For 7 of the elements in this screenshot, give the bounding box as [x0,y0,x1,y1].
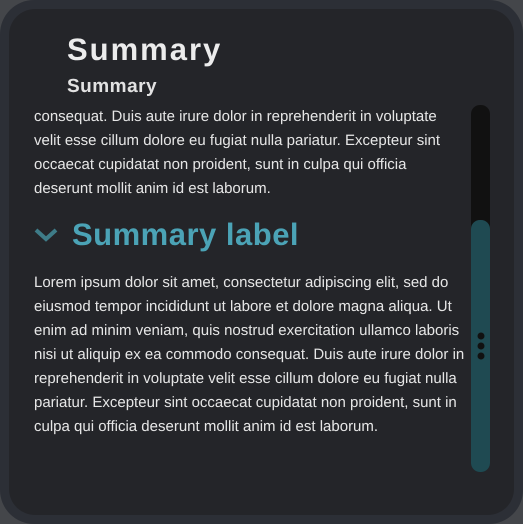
section-header[interactable]: Summary label [34,215,300,255]
panel-subtitle: Summary [67,75,158,99]
panel-title: Summary [67,31,222,69]
grip-icon [476,332,484,360]
scrollbar-thumb[interactable] [471,220,490,472]
section-text: Lorem ipsum dolor sit amet, consectetur adipiscing elit, sed do eiusmod tempor incididunt ut labore et dolore magna aliqua. Ut enim ad minim veniam, quis nostrud exercitation ullamco laboris nisi ut aliquip ex ea commodo consequat. Duis aute irure dolor in reprehenderit in voluptate velit esse cillum dolore eu fugiat nulla pariatur. Excepteur sint occaecat cupidatat non proident, sunt in culpa qui officia deserunt mollit anim id est laborum. [34,273,466,437]
body-paragraph: consequat. Duis aute irure dolor in reprehenderit in voluptate velit esse cillum dolore eu fugiat nulla pariatur. Excepteur sint occaecat cupidatat non proident, sunt in culpa qui officia deserunt mollit anim id est laborum. [34,107,442,199]
